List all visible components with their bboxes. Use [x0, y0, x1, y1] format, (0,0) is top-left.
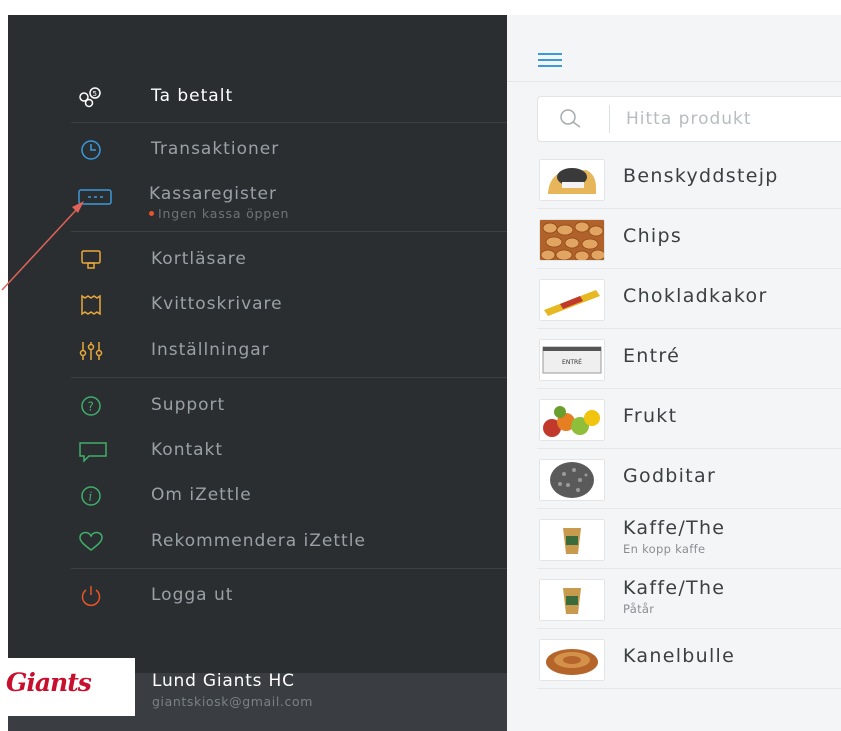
search-icon [558, 108, 584, 134]
menu-item-kontakt[interactable]: Kontakt [8, 431, 507, 471]
product-thumbnail [539, 639, 605, 681]
product-row[interactable]: Frukt [537, 389, 841, 449]
product-name: Kaffe/The [623, 577, 726, 599]
product-name: Chokladkakor [623, 285, 768, 307]
product-row[interactable]: Kanelbulle [537, 629, 841, 689]
menu-label: Rekommendera iZettle [151, 531, 366, 551]
question-icon: ? [78, 394, 104, 418]
product-thumbnail [539, 279, 605, 321]
menu-item-om-izettle[interactable]: i Om iZettle [8, 476, 507, 516]
cash-register-icon [78, 185, 112, 209]
product-name: Chips [623, 225, 683, 247]
product-thumbnail [539, 459, 605, 501]
menu-item-transaktioner[interactable]: Transaktioner [8, 130, 507, 170]
sliders-icon [78, 339, 104, 363]
product-thumbnail [539, 159, 605, 201]
product-thumbnail [539, 399, 605, 441]
divider [71, 231, 507, 232]
heart-icon [78, 530, 104, 554]
product-thumbnail [539, 519, 605, 561]
power-icon [78, 584, 104, 608]
hamburger-bar [538, 53, 562, 55]
chat-icon [78, 439, 107, 463]
account-email: giantskiosk@gmail.com [152, 694, 314, 709]
hamburger-menu-icon[interactable] [538, 53, 562, 67]
menu-label: Kvittoskrivare [151, 294, 283, 314]
header-divider [507, 81, 841, 82]
menu-label: Kontakt [151, 440, 224, 460]
register-status: Ingen kassa öppen [149, 206, 289, 221]
menu-item-kvittoskrivare[interactable]: Kvittoskrivare [8, 285, 507, 325]
product-row[interactable]: ENTRÉ Entré [537, 329, 841, 389]
navigation-sidebar: 5 Ta betalt Transaktioner Kassaregister … [8, 15, 507, 731]
menu-label: Kortläsare [151, 249, 247, 269]
menu-label: Support [151, 395, 226, 415]
product-row[interactable]: Chips [537, 209, 841, 269]
receipt-printer-icon [78, 293, 104, 317]
status-dot [149, 211, 154, 216]
product-name: Benskyddstejp [623, 165, 779, 187]
menu-label: Transaktioner [151, 139, 280, 159]
divider [71, 377, 507, 378]
coins-icon: 5 [78, 85, 104, 109]
account-name: Lund Giants HC [152, 671, 295, 691]
menu-item-kassaregister[interactable]: Kassaregister Ingen kassa öppen [8, 177, 507, 227]
product-name: Frukt [623, 405, 678, 427]
product-thumbnail [539, 579, 605, 621]
menu-item-installningar[interactable]: Inställningar [8, 331, 507, 371]
menu-label: Ta betalt [151, 86, 234, 106]
divider [71, 122, 507, 123]
product-row[interactable]: Kaffe/The En kopp kaffe [537, 509, 841, 569]
product-thumbnail: ENTRÉ [539, 339, 605, 381]
menu-label: Logga ut [151, 585, 234, 605]
divider [71, 568, 507, 569]
svg-text:5: 5 [93, 90, 97, 98]
product-name: Kanelbulle [623, 645, 736, 667]
menu-item-support[interactable]: ? Support [8, 386, 507, 426]
menu-label: Kassaregister [149, 184, 277, 204]
search-bar[interactable] [537, 96, 841, 142]
menu-item-kortlasare[interactable]: Kortläsare [8, 240, 507, 280]
product-thumbnail [539, 219, 605, 261]
menu-item-logga-ut[interactable]: Logga ut [8, 576, 507, 616]
hamburger-bar [538, 65, 562, 67]
clock-icon [78, 138, 104, 162]
product-subtitle: Påtår [623, 602, 655, 616]
search-input[interactable] [624, 107, 841, 131]
giants-logo: Giants [0, 658, 135, 716]
product-subtitle: En kopp kaffe [623, 542, 706, 556]
product-row[interactable]: Benskyddstejp [537, 149, 841, 209]
svg-text:?: ? [88, 400, 94, 414]
search-separator [609, 105, 610, 133]
entre-thumb-text: ENTRÉ [562, 358, 582, 366]
menu-item-ta-betalt[interactable]: 5 Ta betalt [8, 77, 507, 117]
register-status-text: Ingen kassa öppen [158, 206, 290, 221]
card-reader-icon [78, 248, 104, 272]
info-icon: i [78, 484, 104, 508]
product-name: Godbitar [623, 465, 717, 487]
logo-text: Giants [6, 668, 92, 697]
menu-label: Inställningar [151, 340, 270, 360]
product-name: Entré [623, 345, 681, 367]
product-row[interactable]: Chokladkakor [537, 269, 841, 329]
product-row[interactable]: Godbitar [537, 449, 841, 509]
product-row[interactable]: Kaffe/The Påtår [537, 569, 841, 629]
product-name: Kaffe/The [623, 517, 726, 539]
menu-label: Om iZettle [151, 485, 252, 505]
menu-item-rekommendera[interactable]: Rekommendera iZettle [8, 522, 507, 562]
svg-text:i: i [89, 490, 93, 504]
hamburger-bar [538, 59, 562, 61]
